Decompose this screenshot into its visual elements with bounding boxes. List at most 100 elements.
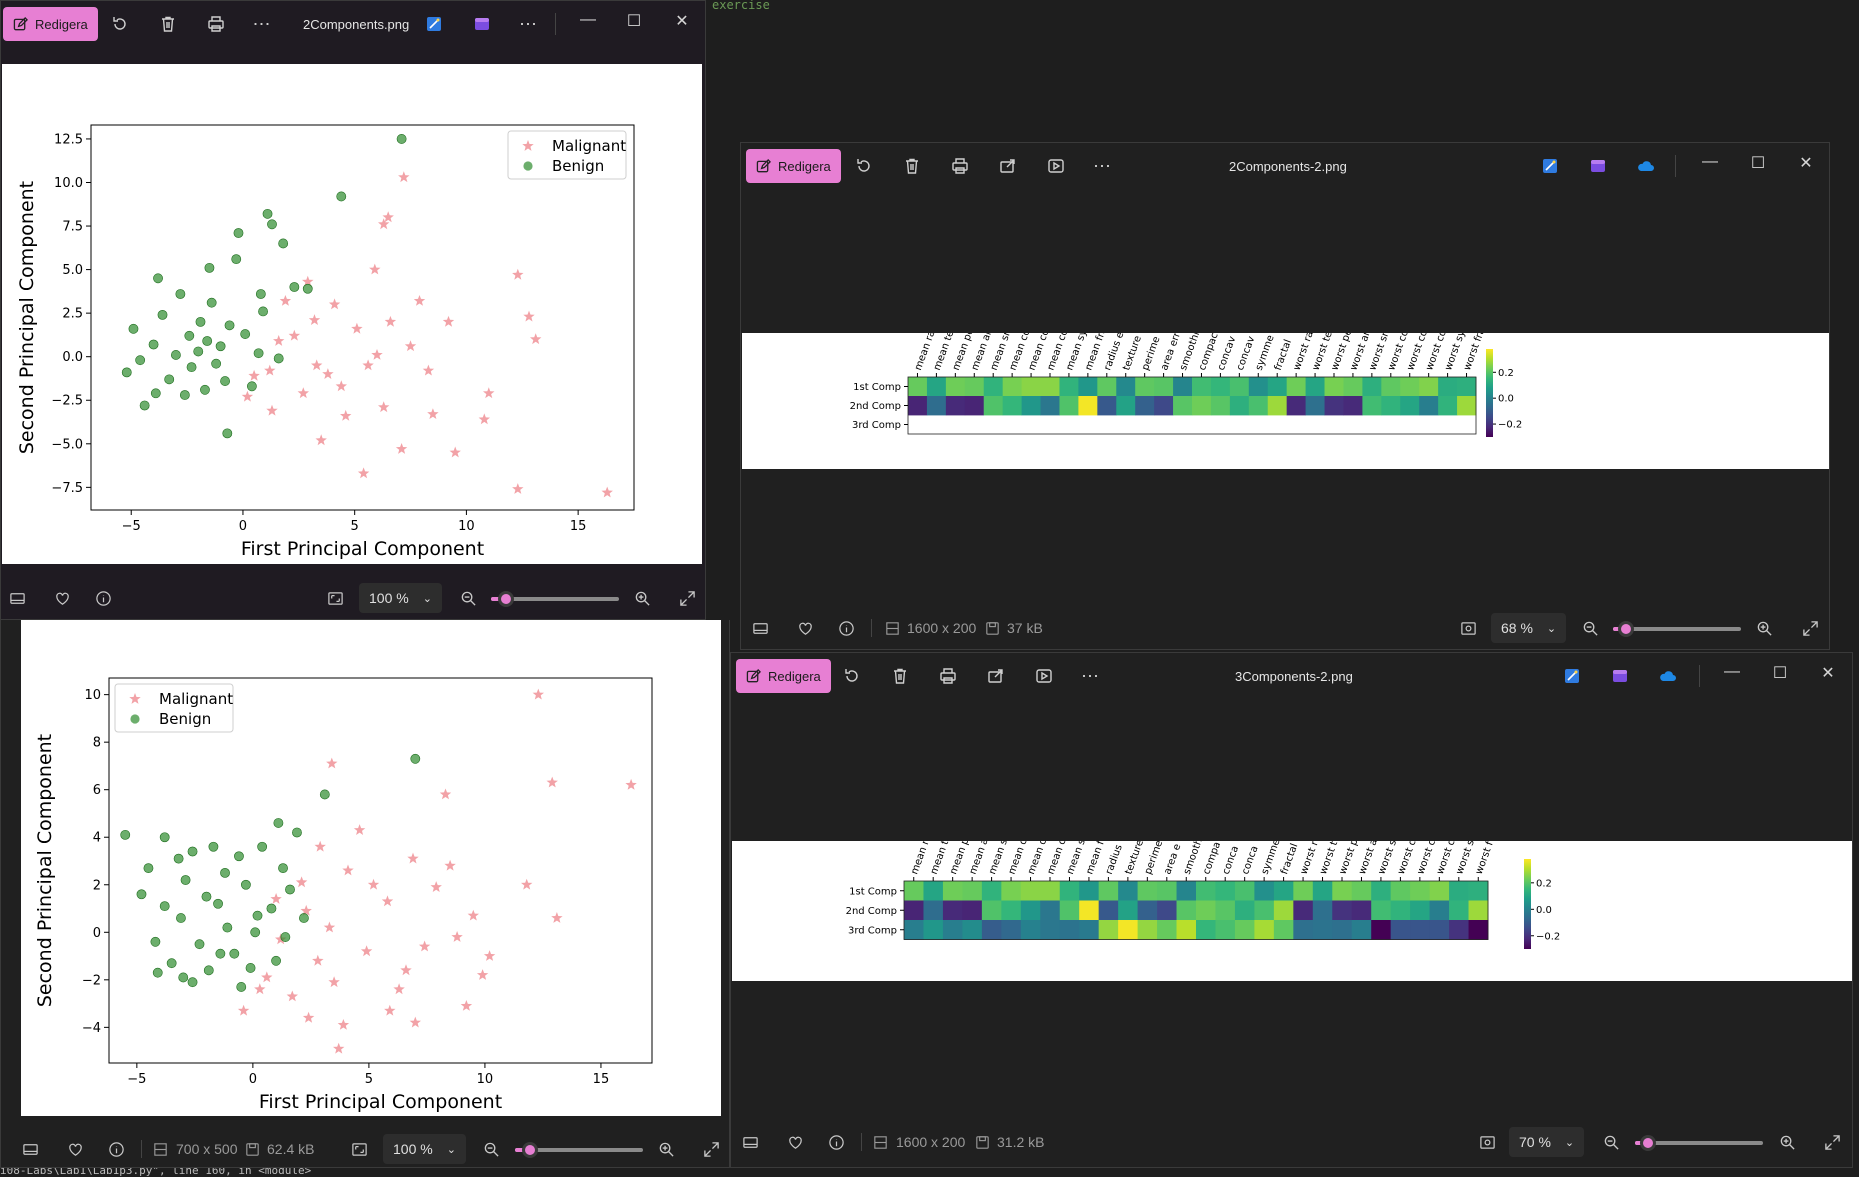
data-point-benign <box>255 289 266 299</box>
fullscreen-icon[interactable] <box>1821 1131 1843 1153</box>
rotate-icon[interactable] <box>853 155 875 177</box>
zoom-select[interactable]: 68 % ⌄ <box>1491 613 1567 643</box>
rotate-icon[interactable] <box>109 13 131 35</box>
print-icon[interactable] <box>949 155 971 177</box>
designer-icon[interactable] <box>1561 665 1583 687</box>
onedrive-icon[interactable] <box>1635 155 1657 177</box>
data-point-malignant <box>478 413 490 425</box>
favorite-icon[interactable] <box>794 617 816 639</box>
data-point-malignant <box>407 852 419 864</box>
zoom-in-icon[interactable] <box>1753 617 1775 639</box>
filmstrip-icon[interactable] <box>749 617 771 639</box>
edit-button[interactable]: Redigera <box>3 7 98 41</box>
zoom-select[interactable]: 100 % ⌄ <box>359 583 442 613</box>
favorite-icon[interactable] <box>784 1131 806 1153</box>
zoom-out-icon[interactable] <box>457 587 479 609</box>
fit-screen-icon[interactable] <box>324 587 346 609</box>
heatmap-cell <box>1248 396 1269 416</box>
zoom-out-icon[interactable] <box>480 1138 502 1160</box>
filmstrip-icon[interactable] <box>739 1131 761 1153</box>
info-icon[interactable] <box>825 1131 847 1153</box>
image-canvas: −5 0 5 10 15 −7.5 −5.0 −2.5 0.0 2.5 5.0 7.5 10.0 12.5… <box>2 64 702 564</box>
more-icon[interactable]: ⋯ <box>251 13 273 35</box>
y-axis-label: Second Principal Component <box>16 181 38 454</box>
zoom-slider[interactable] <box>1635 1135 1763 1151</box>
info-icon[interactable] <box>105 1138 127 1160</box>
filmstrip-icon[interactable] <box>6 587 28 609</box>
share-icon[interactable] <box>985 665 1007 687</box>
data-point-benign <box>224 320 235 331</box>
close-icon[interactable]: ✕ <box>1795 153 1817 173</box>
zoom-slider[interactable] <box>1613 621 1741 637</box>
data-point-benign <box>215 341 226 352</box>
maximize-icon[interactable]: ☐ <box>1747 153 1769 173</box>
zoom-slider[interactable] <box>515 1142 643 1158</box>
zoom-in-icon[interactable] <box>655 1138 677 1160</box>
slideshow-icon[interactable] <box>1045 155 1067 177</box>
info-icon[interactable] <box>92 587 114 609</box>
zoom-select[interactable]: 100 % ⌄ <box>383 1134 466 1164</box>
info-icon[interactable] <box>835 617 857 639</box>
more-icon-2[interactable]: ⋯ <box>517 13 539 35</box>
image-dimensions: 1600 x 200 <box>896 1134 966 1150</box>
maximize-icon[interactable]: ☐ <box>1769 663 1791 683</box>
heatmap-cell <box>1410 881 1430 901</box>
zoom-out-icon[interactable] <box>1579 617 1601 639</box>
fullscreen-icon[interactable] <box>700 1138 722 1160</box>
edit-button[interactable]: Redigera <box>746 149 841 183</box>
favorite-icon[interactable] <box>51 587 73 609</box>
titlebar-divider <box>1699 665 1700 687</box>
filmstrip-icon[interactable] <box>19 1138 41 1160</box>
heatmap-cell <box>1324 396 1344 416</box>
row-label: 1st Comp <box>853 382 901 393</box>
heatmap-cell <box>1118 920 1138 940</box>
delete-icon[interactable] <box>901 155 923 177</box>
rotate-icon[interactable] <box>841 665 863 687</box>
slideshow-icon[interactable] <box>1033 665 1055 687</box>
maximize-icon[interactable]: ☐ <box>623 11 645 31</box>
designer-icon[interactable] <box>423 13 445 35</box>
clipchamp-icon[interactable] <box>1609 665 1631 687</box>
heatmap-cell <box>1020 881 1041 901</box>
data-point-malignant <box>248 369 260 381</box>
designer-icon[interactable] <box>1539 155 1561 177</box>
heatmap-cell <box>908 396 928 416</box>
close-icon[interactable]: ✕ <box>671 11 693 31</box>
actual-size-icon[interactable] <box>1457 617 1479 639</box>
clipchamp-icon[interactable] <box>471 13 493 35</box>
zoom-in-icon[interactable] <box>1776 1131 1798 1153</box>
fullscreen-icon[interactable] <box>1799 617 1821 639</box>
data-point-benign <box>159 832 170 843</box>
favorite-icon[interactable] <box>64 1138 86 1160</box>
colorbar-label: −0.2 <box>1536 931 1560 942</box>
print-icon[interactable] <box>205 13 227 35</box>
data-point-malignant <box>467 909 479 921</box>
clipchamp-icon[interactable] <box>1587 155 1609 177</box>
col-label: fractal <box>1279 842 1300 876</box>
actual-size-icon[interactable] <box>1476 1131 1498 1153</box>
zoom-select[interactable]: 70 % ⌄ <box>1509 1127 1585 1157</box>
print-icon[interactable] <box>937 665 959 687</box>
fullscreen-icon[interactable] <box>676 587 698 609</box>
delete-icon[interactable] <box>889 665 911 687</box>
more-icon[interactable]: ⋯ <box>1091 155 1113 177</box>
heatmap-cell <box>942 920 963 940</box>
heatmap-cell <box>1001 920 1022 940</box>
heatmap-cell <box>1305 377 1325 397</box>
close-icon[interactable]: ✕ <box>1817 663 1839 683</box>
minimize-icon[interactable]: — <box>1699 153 1721 171</box>
photo-window-2components: Redigera ⋯ 2Components.png ⋯ — ☐ ✕ −5 0 5 1… <box>0 0 706 620</box>
share-icon[interactable] <box>997 155 1019 177</box>
delete-icon[interactable] <box>157 13 179 35</box>
zoom-slider[interactable] <box>491 591 619 607</box>
data-point-benign <box>266 903 277 914</box>
more-icon[interactable]: ⋯ <box>1079 665 1101 687</box>
heatmap-cell <box>945 396 966 416</box>
fit-screen-icon[interactable] <box>348 1138 370 1160</box>
edit-button[interactable]: Redigera <box>736 659 831 693</box>
zoom-in-icon[interactable] <box>631 587 653 609</box>
onedrive-icon[interactable] <box>1657 665 1679 687</box>
minimize-icon[interactable]: — <box>1721 663 1743 681</box>
minimize-icon[interactable]: — <box>577 11 599 29</box>
zoom-out-icon[interactable] <box>1600 1131 1622 1153</box>
